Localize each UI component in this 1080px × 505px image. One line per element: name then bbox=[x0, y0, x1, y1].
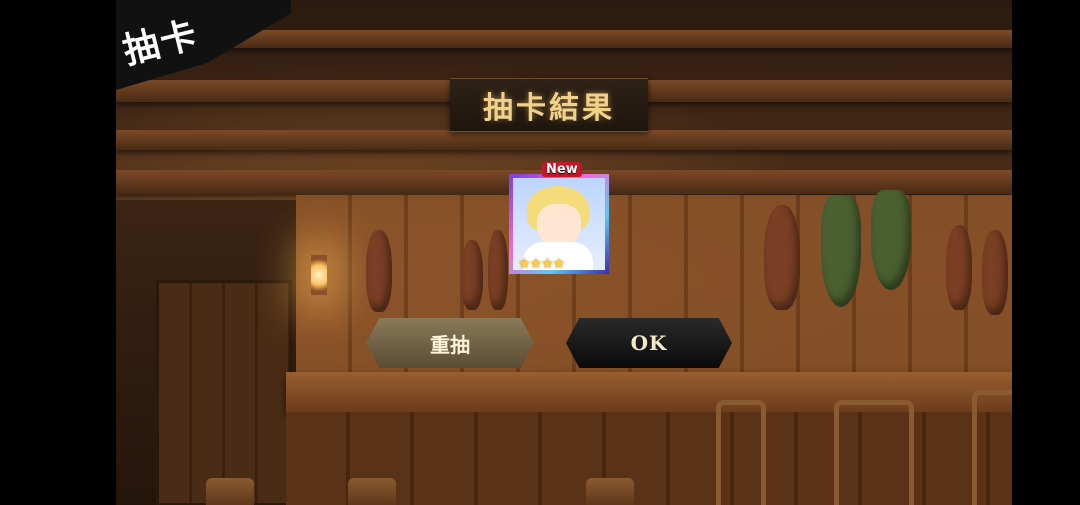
wooden-chair bbox=[972, 390, 1012, 505]
bar-stool bbox=[348, 478, 396, 505]
bar-stool bbox=[586, 478, 634, 505]
hanging-herbs bbox=[821, 195, 861, 307]
hanging-meat bbox=[946, 225, 972, 310]
wooden-chair bbox=[834, 400, 914, 505]
hanging-meat bbox=[461, 240, 483, 310]
hanging-meat bbox=[488, 230, 508, 310]
wooden-chair bbox=[716, 400, 766, 505]
side-room bbox=[116, 200, 296, 505]
left-letterbox bbox=[0, 0, 116, 505]
right-letterbox bbox=[1012, 0, 1080, 505]
rarity-stars-icon: ★★★★ bbox=[518, 256, 565, 272]
ok-button-label: OK bbox=[630, 331, 668, 355]
wooden-door bbox=[156, 280, 292, 505]
wall-lamp bbox=[311, 255, 327, 295]
hanging-fish bbox=[764, 205, 800, 310]
redraw-button-label: 重抽 bbox=[430, 332, 470, 357]
redraw-button[interactable]: 重抽 bbox=[366, 318, 534, 368]
hanging-herbs bbox=[871, 190, 911, 290]
result-title: 抽卡結果 bbox=[483, 91, 615, 126]
hanging-meat bbox=[982, 230, 1008, 315]
bar-stool bbox=[206, 478, 254, 505]
ok-button[interactable]: OK bbox=[566, 318, 732, 368]
ceiling-beam bbox=[116, 130, 1012, 150]
new-badge: New bbox=[542, 162, 582, 177]
result-title-plate: 抽卡結果 bbox=[450, 78, 648, 132]
screen-title: 抽卡 bbox=[119, 14, 203, 73]
hanging-meat bbox=[366, 230, 392, 312]
